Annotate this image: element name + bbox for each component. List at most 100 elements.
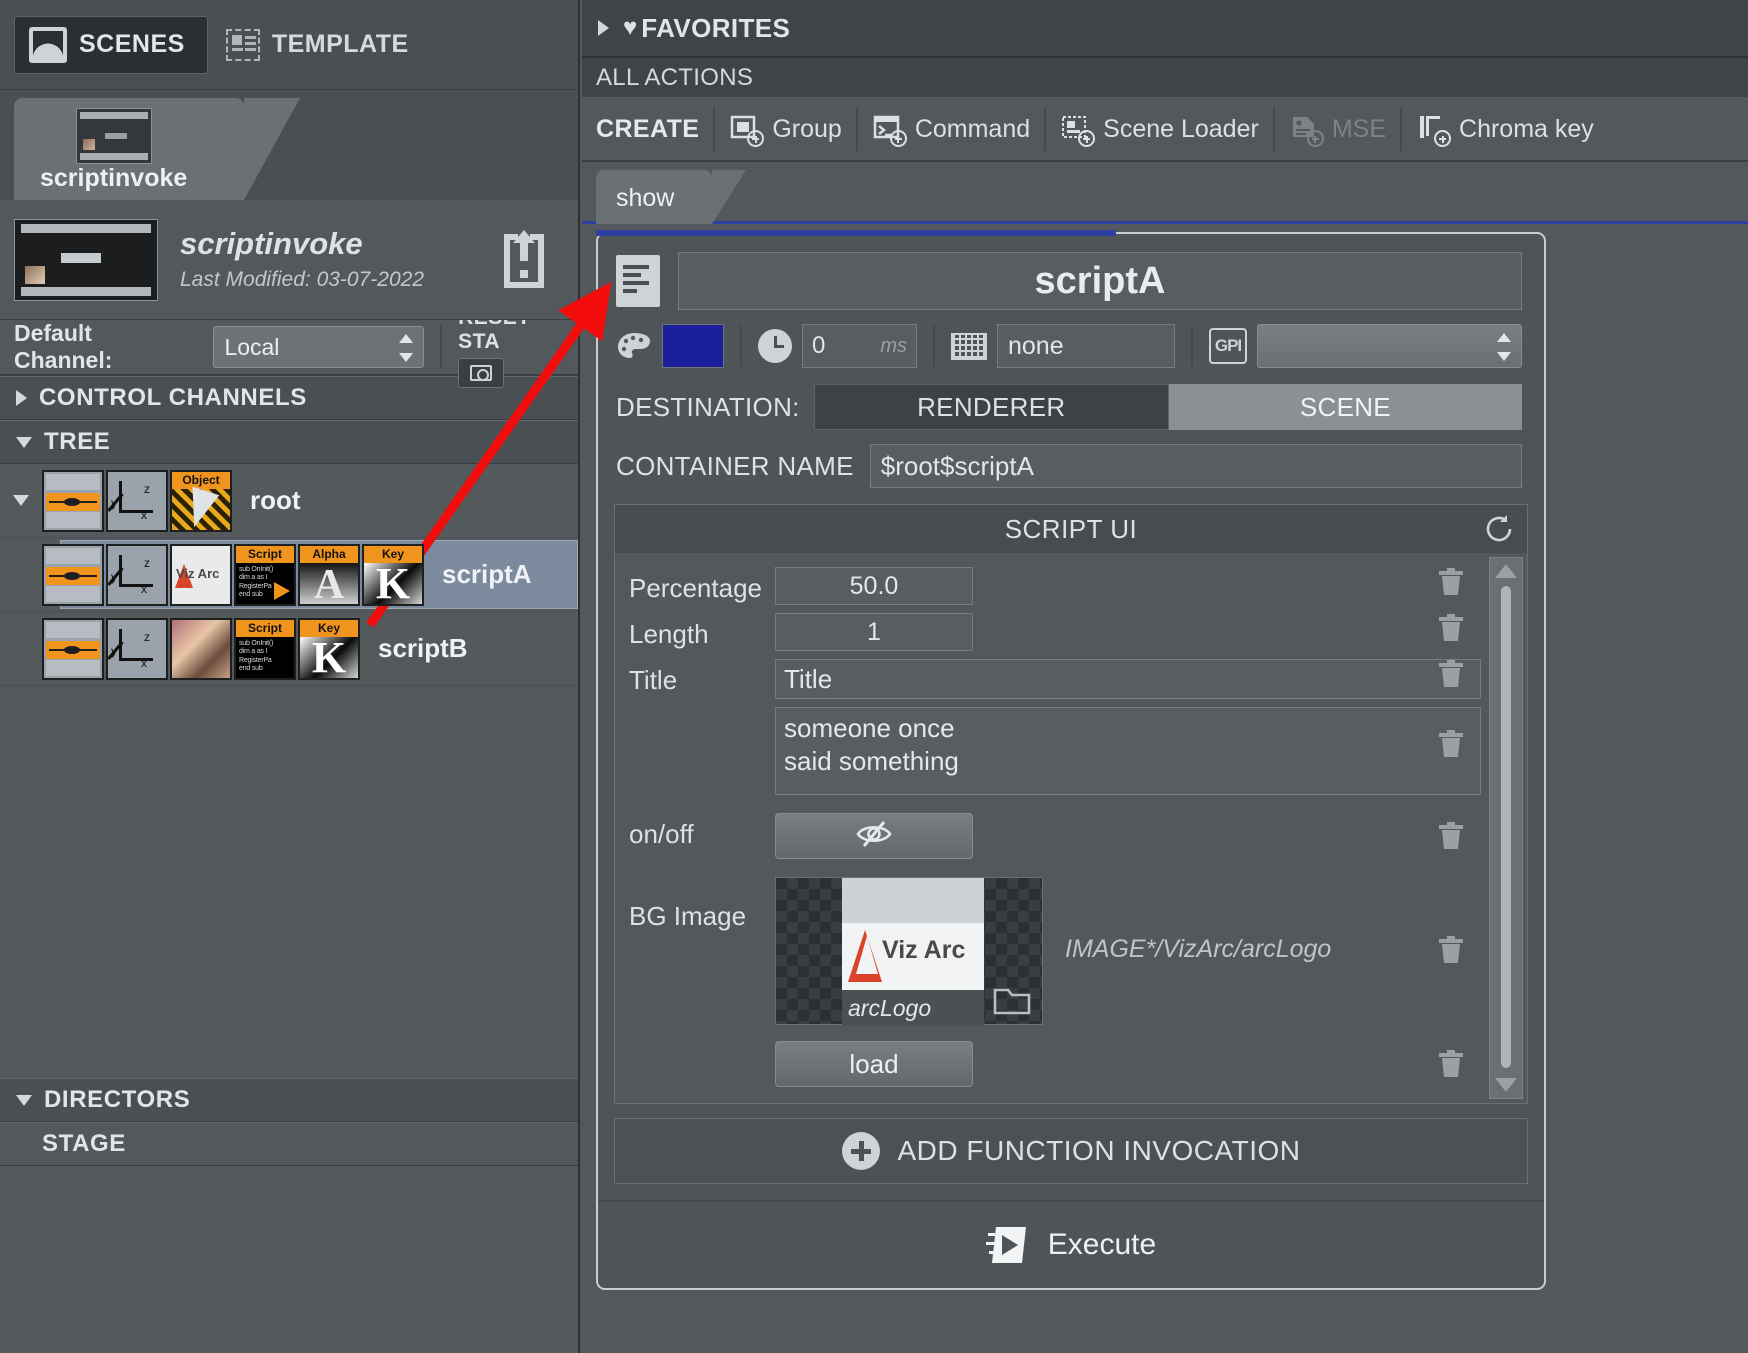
divider [1273, 107, 1275, 151]
favorites-label: FAVORITES [641, 13, 790, 44]
title-input[interactable]: Title [775, 659, 1481, 699]
create-label: CREATE [596, 115, 699, 144]
table-row[interactable]: yzx Object root [0, 464, 578, 538]
create-group-button[interactable]: Group [729, 114, 841, 144]
bg-image-name: arcLogo [848, 995, 931, 1022]
tree-expand-root[interactable] [0, 495, 42, 506]
create-chroma-key-button[interactable]: Chroma key [1416, 114, 1594, 144]
action-name-input[interactable]: scriptA [678, 252, 1522, 310]
bg-image-preview[interactable]: Viz Arc arcLogo [775, 877, 1043, 1025]
snapshot-button[interactable] [458, 358, 504, 388]
divider [740, 325, 742, 367]
bg-image-thumbnail: Viz Arc [842, 878, 984, 990]
hotkey-input[interactable]: none [997, 324, 1175, 368]
destination-renderer-button[interactable]: RENDERER [814, 384, 1169, 430]
multiline-line-2: said something [784, 745, 1472, 778]
onoff-toggle-button[interactable] [775, 813, 973, 859]
refresh-icon[interactable] [1483, 513, 1515, 545]
delay-input[interactable]: 0 ms [802, 324, 917, 368]
length-input[interactable]: 1 [775, 613, 973, 651]
script-icon[interactable]: Scriptsub OnInit()dim a as IRegisterPaen… [234, 544, 296, 606]
trash-icon[interactable] [1437, 1049, 1465, 1079]
create-scene-loader-button[interactable]: Scene Loader [1060, 114, 1259, 144]
card-meta-row: 0 ms none GPI [598, 310, 1544, 368]
color-swatch[interactable] [662, 324, 724, 368]
destination-scene-button[interactable]: SCENE [1169, 384, 1522, 430]
create-command-label: Command [915, 115, 1030, 144]
right-pane: ♥ FAVORITES ALL ACTIONS CREATE Group Com… [582, 0, 1748, 1353]
scenes-icon [29, 27, 67, 63]
tab-scenes-label: SCENES [79, 30, 185, 59]
photo-icon[interactable] [170, 618, 232, 680]
favorites-bar[interactable]: ♥ FAVORITES [582, 0, 1748, 58]
key-icon[interactable]: KeyK [298, 618, 360, 680]
sidebar-section-stage[interactable]: STAGE [0, 1122, 578, 1166]
gpi-icon: GPI [1209, 328, 1247, 364]
folder-icon[interactable] [992, 984, 1032, 1016]
trash-icon[interactable] [1437, 659, 1465, 689]
sidebar-section-tree[interactable]: TREE [0, 420, 578, 464]
multiline-textarea[interactable]: someone once said something [775, 707, 1481, 795]
script-ui-scrollbar[interactable] [1489, 557, 1523, 1099]
tab-template[interactable]: TEMPLATE [208, 19, 427, 71]
scrollbar-thumb[interactable] [1501, 586, 1511, 1068]
object-icon[interactable]: Object [170, 470, 232, 532]
tab-scenes[interactable]: SCENES [14, 16, 208, 74]
container-name-input[interactable]: $root$scriptA [870, 444, 1522, 488]
gpi-select[interactable] [1257, 324, 1522, 368]
image-icon-caption: Viz Arc [176, 566, 219, 581]
divider [440, 325, 442, 369]
axis-icon[interactable]: yzx [106, 618, 168, 680]
directors-label: DIRECTORS [44, 1086, 190, 1114]
percentage-input[interactable]: 50.0 [775, 567, 973, 605]
field-multiline-text: someone once said something [615, 703, 1527, 799]
add-function-invocation-button[interactable]: ADD FUNCTION INVOCATION [614, 1118, 1528, 1184]
create-mse-button[interactable]: MSE [1289, 114, 1386, 144]
group-add-icon [729, 114, 761, 144]
trash-icon[interactable] [1437, 729, 1465, 759]
alpha-icon[interactable]: AlphaA [298, 544, 360, 606]
field-label: Length [625, 613, 775, 650]
load-button[interactable]: load [775, 1041, 973, 1087]
axis-icon[interactable]: yzx [106, 470, 168, 532]
multiline-line-1: someone once [784, 712, 1472, 745]
tree-empty-space [0, 686, 578, 1078]
create-chroma-key-label: Chroma key [1459, 115, 1594, 144]
all-actions-bar[interactable]: ALL ACTIONS [582, 58, 1748, 98]
scene-info-panel: scriptinvoke Last Modified: 03-07-2022 [0, 200, 578, 320]
percentage-value: 50.0 [850, 572, 899, 601]
script-ui-body: Percentage 50.0 Length 1 Title Title [615, 553, 1527, 1103]
document-icon[interactable] [616, 255, 660, 307]
scroll-down-arrow-icon[interactable] [1495, 1078, 1517, 1092]
show-tab-row: show [582, 162, 1748, 224]
trash-icon[interactable] [1437, 567, 1465, 597]
table-row[interactable]: yzx Viz Arc Scriptsub OnInit()dim a as I… [0, 538, 578, 612]
visibility-icon[interactable] [42, 618, 104, 680]
scene-tab-row: scriptinvoke [0, 90, 578, 200]
create-command-button[interactable]: Command [872, 114, 1030, 144]
divider [856, 107, 858, 151]
table-row[interactable]: yzx Scriptsub OnInit()dim a as IRegister… [0, 612, 578, 686]
axis-icon[interactable]: yzx [106, 544, 168, 606]
default-channel-value: Local [224, 334, 279, 361]
execute-button[interactable]: Execute [598, 1202, 1544, 1288]
export-icon[interactable] [498, 228, 550, 288]
stage-label: STAGE [42, 1130, 126, 1158]
scroll-up-arrow-icon[interactable] [1495, 564, 1517, 578]
visibility-icon[interactable] [42, 544, 104, 606]
scene-tab-scriptinvoke[interactable]: scriptinvoke [14, 98, 244, 200]
image-icon[interactable]: Viz Arc [170, 544, 232, 606]
field-label [625, 1041, 775, 1047]
scene-tab-label: scriptinvoke [40, 164, 187, 193]
trash-icon[interactable] [1437, 935, 1465, 965]
tab-show[interactable]: show [596, 170, 712, 224]
trash-icon[interactable] [1437, 821, 1465, 851]
chevron-down-icon [16, 1095, 32, 1106]
trash-icon[interactable] [1437, 613, 1465, 643]
key-icon[interactable]: KeyK [362, 544, 424, 606]
script-icon[interactable]: Scriptsub OnInit()dim a as IRegisterPaen… [234, 618, 296, 680]
execute-icon [986, 1225, 1030, 1265]
visibility-icon[interactable] [42, 470, 104, 532]
sidebar-section-directors[interactable]: DIRECTORS [0, 1078, 578, 1122]
default-channel-select[interactable]: Local [213, 326, 424, 368]
